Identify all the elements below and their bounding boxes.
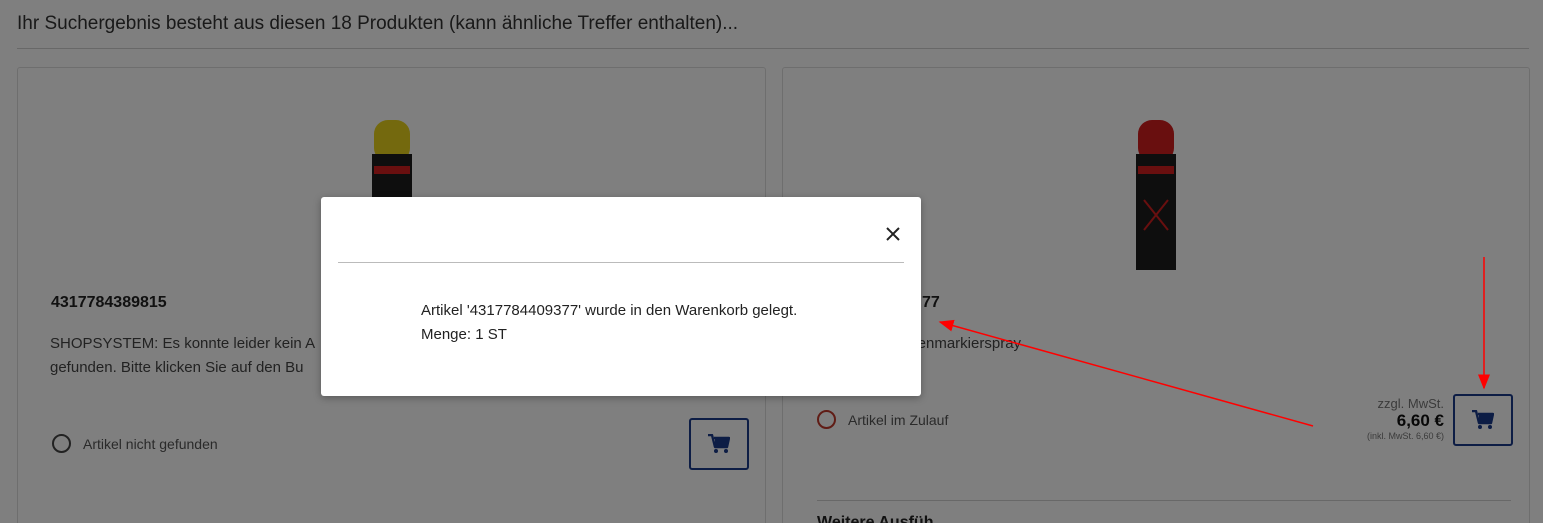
annotation-arrows (938, 257, 1490, 427)
annotation-arrow (938, 319, 1314, 427)
